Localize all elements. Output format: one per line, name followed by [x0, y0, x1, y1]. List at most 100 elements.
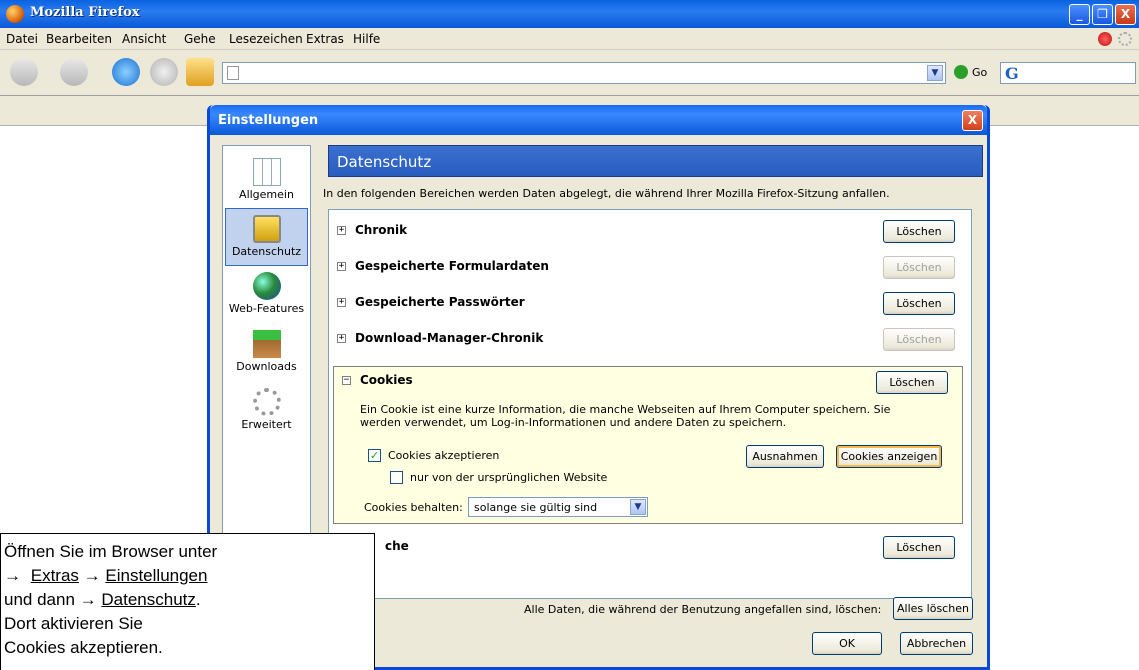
navigation-toolbar: ▼ Go G	[0, 50, 1139, 96]
clear-all-text: Alle Daten, die während der Benutzung an…	[524, 603, 882, 616]
ok-button[interactable]: OK	[812, 632, 882, 655]
collapse-icon[interactable]: −	[342, 376, 351, 385]
note-line-4: Dort aktivieren Sie	[4, 614, 143, 633]
sidebar-item-web-features[interactable]: Web-Features	[225, 266, 308, 324]
sidebar-item-label: Allgemein	[239, 188, 294, 201]
note-einstellungen: Einstellungen	[105, 566, 208, 585]
section-passwoerter: + Gespeicherte Passwörter Löschen	[337, 288, 963, 318]
instruction-note: Öffnen Sie im Browser unter → Extras → E…	[0, 533, 375, 670]
keep-cookies-value: solange sie gültig sind	[474, 501, 598, 514]
accept-cookies-label[interactable]: Cookies akzeptieren	[388, 449, 499, 462]
arrow-icon: →	[83, 566, 101, 585]
sidebar-item-downloads[interactable]: Downloads	[225, 324, 308, 382]
note-period: .	[195, 590, 201, 609]
sidebar-item-label: Erweitert	[241, 418, 292, 431]
sidebar-item-allgemein[interactable]: Allgemein	[225, 152, 308, 210]
expand-icon[interactable]: +	[337, 334, 346, 343]
clear-cookies-button[interactable]: Löschen	[876, 371, 948, 394]
firefox-logo-icon	[6, 5, 24, 23]
dialog-close-button[interactable]: X	[962, 110, 983, 131]
section-cache: che Löschen	[337, 532, 963, 562]
home-icon[interactable]	[186, 58, 214, 86]
section-chronik: + Chronik Löschen	[337, 216, 963, 246]
section-name: che	[385, 539, 409, 553]
lock-icon	[252, 215, 281, 243]
note-datenschutz: Datenschutz	[101, 590, 196, 609]
note-extras: Extras	[30, 566, 79, 585]
clear-all-button[interactable]: Alles löschen	[893, 597, 973, 620]
window-titlebar: Mozilla Firefox _ ❐ X	[0, 0, 1139, 28]
note-line-3: und dann → Datenschutz.	[4, 588, 374, 612]
show-cookies-button[interactable]: Cookies anzeigen	[836, 445, 942, 468]
section-cookies: − Cookies Löschen Ein Cookie ist eine ku…	[333, 366, 963, 524]
dialog-titlebar: Einstellungen X	[210, 105, 987, 135]
menu-datei[interactable]: Datei	[6, 32, 38, 46]
exceptions-button[interactable]: Ausnahmen	[746, 445, 824, 468]
address-dropdown-icon[interactable]: ▼	[927, 65, 943, 81]
menu-bearbeiten[interactable]: Bearbeiten	[46, 32, 112, 46]
reload-icon[interactable]	[112, 58, 140, 86]
sidebar-item-datenschutz[interactable]: Datenschutz	[225, 208, 308, 266]
origin-only-checkbox[interactable]	[390, 471, 403, 484]
accept-cookies-checkbox[interactable]: ✓	[368, 449, 381, 462]
update-icon[interactable]	[1098, 32, 1112, 46]
clear-downloads-button[interactable]: Löschen	[883, 328, 955, 351]
restore-button[interactable]: ❐	[1092, 4, 1113, 25]
pane-title: Datenschutz	[328, 145, 983, 177]
cookies-description: Ein Cookie ist eine kurze Information, d…	[360, 403, 891, 429]
sidebar-item-erweitert[interactable]: Erweitert	[225, 382, 308, 440]
clear-passwords-button[interactable]: Löschen	[883, 292, 955, 315]
sidebar-item-label: Downloads	[236, 360, 297, 373]
section-name: Cookies	[360, 373, 413, 387]
section-formulardaten: + Gespeicherte Formulardaten Löschen	[337, 252, 963, 282]
search-box[interactable]: G	[1000, 62, 1136, 84]
clear-formdata-button[interactable]: Löschen	[883, 256, 955, 279]
arrow-icon: →	[4, 566, 21, 585]
section-name: Chronik	[355, 223, 408, 237]
menu-lesezeichen[interactable]: Lesezeichen	[229, 32, 303, 46]
chevron-down-icon[interactable]: ▼	[630, 499, 646, 515]
data-sections-list: + Chronik Löschen + Gespeicherte Formula…	[328, 209, 972, 599]
menu-ansicht[interactable]: Ansicht	[122, 32, 166, 46]
section-name: Gespeicherte Passwörter	[355, 295, 525, 309]
menu-extras[interactable]: Extras	[306, 32, 344, 46]
globe-icon	[252, 272, 281, 300]
keep-cookies-select[interactable]: solange sie gültig sind ▼	[468, 497, 648, 517]
expand-icon[interactable]: +	[337, 226, 346, 235]
pane-intro-text: In den folgenden Bereichen werden Daten …	[323, 187, 890, 200]
throbber-icon	[1118, 32, 1132, 46]
menu-hilfe[interactable]: Hilfe	[353, 32, 380, 46]
expand-icon[interactable]: +	[337, 298, 346, 307]
section-download-chronik: + Download-Manager-Chronik Löschen	[337, 324, 963, 354]
arrow-icon: →	[79, 590, 97, 609]
section-name: Gespeicherte Formulardaten	[355, 259, 549, 273]
sidebar-item-label: Datenschutz	[231, 245, 302, 258]
sliders-icon	[252, 158, 281, 186]
origin-only-label[interactable]: nur von der ursprünglichen Website	[410, 471, 607, 484]
clear-cache-button[interactable]: Löschen	[883, 536, 955, 559]
cancel-button[interactable]: Abbrechen	[900, 632, 973, 655]
section-name: Download-Manager-Chronik	[355, 331, 544, 345]
google-icon[interactable]: G	[1005, 64, 1019, 83]
window-title: Mozilla Firefox	[30, 5, 140, 20]
clear-history-button[interactable]: Löschen	[883, 220, 955, 243]
expand-icon[interactable]: +	[337, 262, 346, 271]
sidebar-item-label: Web-Features	[228, 302, 305, 315]
note-line-2: → Extras → Einstellungen	[4, 564, 374, 588]
dialog-title: Einstellungen	[218, 113, 319, 128]
menu-gehe[interactable]: Gehe	[184, 32, 216, 46]
note-und-dann: und dann	[4, 590, 75, 609]
forward-icon[interactable]	[60, 58, 88, 86]
stop-icon[interactable]	[150, 58, 178, 86]
keep-cookies-label: Cookies behalten:	[364, 501, 463, 514]
window-close-button[interactable]: X	[1115, 4, 1136, 25]
go-icon[interactable]	[954, 65, 968, 79]
note-line-1: Öffnen Sie im Browser unter	[4, 542, 218, 561]
note-line-5: Cookies akzeptieren.	[4, 638, 163, 657]
address-bar[interactable]: ▼	[222, 62, 946, 84]
download-box-icon	[252, 330, 281, 358]
back-icon[interactable]	[10, 58, 38, 86]
menu-bar: Datei Bearbeiten Ansicht Gehe Lesezeiche…	[0, 28, 1139, 50]
go-button[interactable]: Go	[972, 66, 987, 79]
minimize-button[interactable]: _	[1069, 4, 1090, 25]
